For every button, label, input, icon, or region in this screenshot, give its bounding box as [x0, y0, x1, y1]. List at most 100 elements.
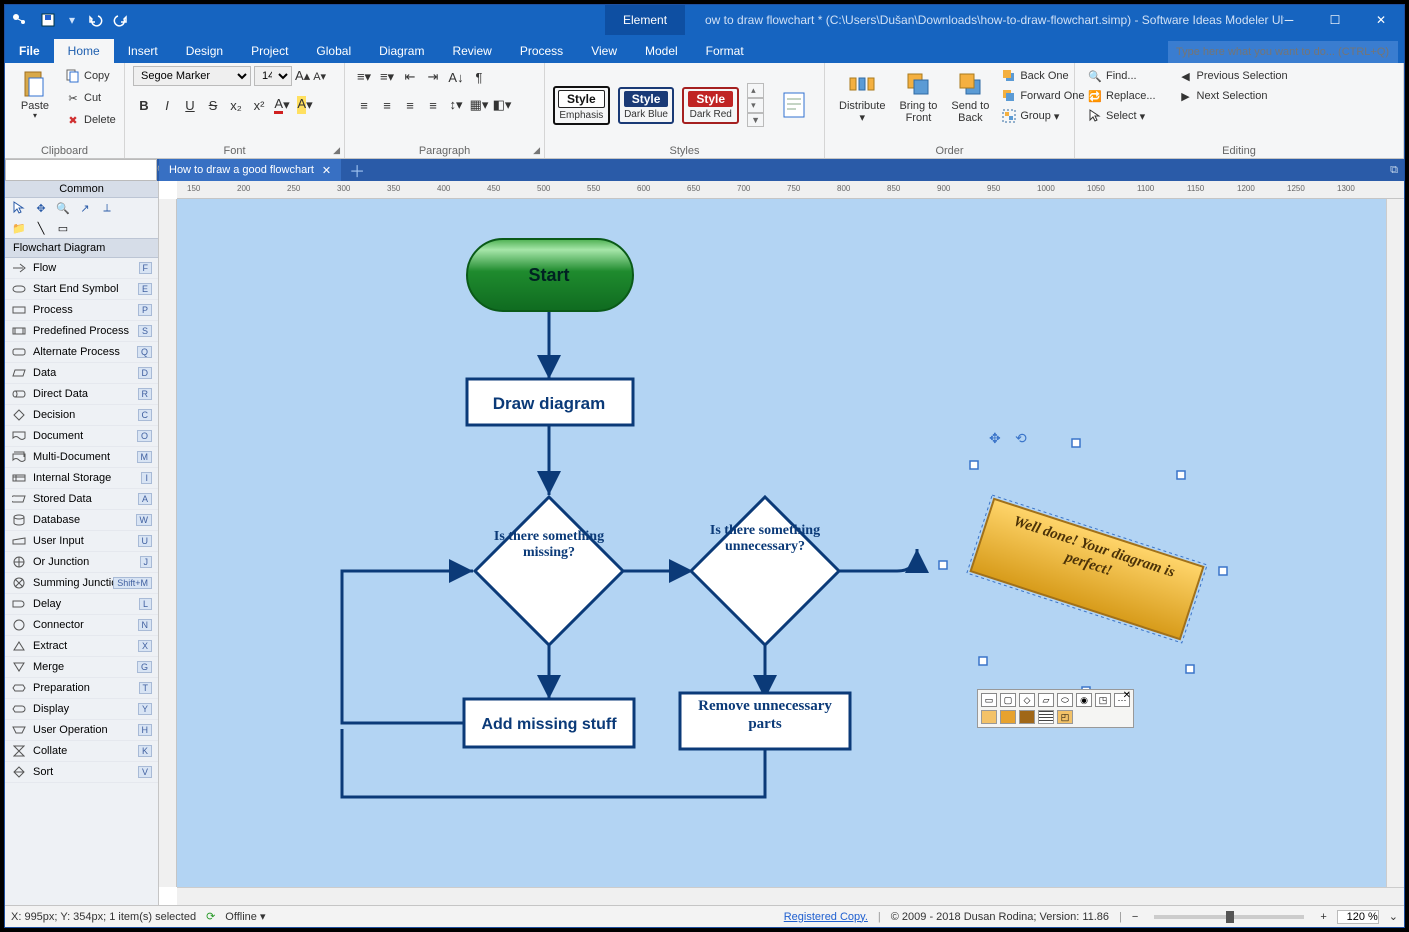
- toolbox-item[interactable]: FlowF: [5, 258, 158, 279]
- zoom-out-button[interactable]: −: [1132, 911, 1138, 923]
- style-gallery-more-icon[interactable]: ▼: [747, 113, 764, 127]
- qs-rect-icon[interactable]: ▭: [981, 693, 997, 707]
- align-right-button[interactable]: ≡: [399, 94, 421, 116]
- tab-process[interactable]: Process: [506, 39, 577, 63]
- toolbox-item[interactable]: MergeG: [5, 657, 158, 678]
- zoom-value-input[interactable]: [1337, 910, 1379, 924]
- status-sync-icon[interactable]: ⟳: [206, 910, 215, 923]
- justify-button[interactable]: ≡: [422, 94, 444, 116]
- shading-button[interactable]: ◧▾: [491, 94, 513, 116]
- tab-diagram[interactable]: Diagram: [365, 39, 438, 63]
- strike-button[interactable]: S: [202, 94, 224, 116]
- diagram-canvas[interactable]: Start Draw diagram Is there something mi…: [177, 199, 1386, 887]
- new-tab-button[interactable]: ＋: [341, 159, 373, 182]
- bold-button[interactable]: B: [133, 94, 155, 116]
- tab-home[interactable]: Home: [54, 39, 114, 63]
- font-family-select[interactable]: Segoe Marker: [133, 66, 251, 86]
- redo-icon[interactable]: [111, 11, 129, 29]
- tab-view[interactable]: View: [577, 39, 631, 63]
- status-offline[interactable]: Offline ▾: [225, 910, 265, 923]
- highlight-button[interactable]: A▾: [294, 94, 316, 116]
- line-tool-icon[interactable]: ╲: [33, 220, 49, 236]
- tab-file[interactable]: File: [5, 39, 54, 63]
- style-gallery-down-icon[interactable]: ▾: [747, 98, 764, 113]
- close-tab-icon[interactable]: ✕: [322, 164, 331, 177]
- qc-2[interactable]: [1000, 710, 1016, 724]
- pan-tool-icon[interactable]: ↗: [77, 200, 93, 216]
- toolbox-item[interactable]: DelayL: [5, 594, 158, 615]
- font-color-button[interactable]: A▾: [271, 94, 293, 116]
- delete-button[interactable]: ✖Delete: [61, 110, 120, 130]
- toolbox-item[interactable]: Summing JunctionShift+M: [5, 573, 158, 594]
- toolbox-search-input[interactable]: [5, 159, 157, 181]
- zoom-slider[interactable]: [1154, 915, 1304, 919]
- style-emphasis[interactable]: Style Emphasis: [553, 86, 610, 125]
- toolbox-item[interactable]: DatabaseW: [5, 510, 158, 531]
- paste-button[interactable]: Paste▾: [13, 66, 57, 123]
- style-dark-blue[interactable]: Style Dark Blue: [618, 87, 675, 124]
- toolbox-item[interactable]: User OperationH: [5, 720, 158, 741]
- qc-1[interactable]: [981, 710, 997, 724]
- distribute-button[interactable]: Distribute▾: [833, 66, 891, 126]
- line-spacing-button[interactable]: ↕▾: [445, 94, 467, 116]
- qs-rrect-icon[interactable]: ▢: [1000, 693, 1016, 707]
- qs-doc-icon[interactable]: ◳: [1095, 693, 1111, 707]
- qc-3[interactable]: [1019, 710, 1035, 724]
- tab-format[interactable]: Format: [692, 39, 758, 63]
- close-button[interactable]: ✕: [1358, 5, 1404, 35]
- find-button[interactable]: 🔍Find...: [1083, 66, 1160, 86]
- align-center-button[interactable]: ≡: [376, 94, 398, 116]
- style-dark-red[interactable]: Style Dark Red: [682, 87, 739, 124]
- borders-button[interactable]: ▦▾: [468, 94, 490, 116]
- tab-model[interactable]: Model: [631, 39, 692, 63]
- cut-button[interactable]: ✂Cut: [61, 88, 120, 108]
- zoom-in-button[interactable]: +: [1320, 911, 1326, 923]
- toolbox-item[interactable]: ConnectorN: [5, 615, 158, 636]
- tab-review[interactable]: Review: [438, 39, 505, 63]
- replace-button[interactable]: 🔁Replace...: [1083, 86, 1160, 106]
- toolbox-item[interactable]: User InputU: [5, 531, 158, 552]
- maximize-button[interactable]: ☐: [1312, 5, 1358, 35]
- toolbox-item[interactable]: DocumentO: [5, 426, 158, 447]
- quick-toolbar-close-icon[interactable]: ✕: [1123, 690, 1131, 701]
- toolbox-item[interactable]: ExtractX: [5, 636, 158, 657]
- outdent-button[interactable]: ⇤: [399, 66, 421, 88]
- zoom-dropdown-icon[interactable]: ⌄: [1389, 910, 1398, 923]
- tell-me-search[interactable]: [1168, 41, 1398, 63]
- tab-global[interactable]: Global: [302, 39, 365, 63]
- paragraph-launcher-icon[interactable]: ◢: [533, 145, 540, 156]
- tab-design[interactable]: Design: [172, 39, 237, 63]
- toolbox-item[interactable]: Stored DataA: [5, 489, 158, 510]
- container-tool-icon[interactable]: ▭: [55, 220, 71, 236]
- qs-pill-icon[interactable]: ⬭: [1057, 693, 1073, 707]
- indent-button[interactable]: ⇥: [422, 66, 444, 88]
- tab-project[interactable]: Project: [237, 39, 302, 63]
- bring-to-front-button[interactable]: Bring to Front: [893, 66, 943, 126]
- font-launcher-icon[interactable]: ◢: [333, 145, 340, 156]
- send-to-back-button[interactable]: Send to Back: [945, 66, 995, 126]
- toolbox-item[interactable]: Direct DataR: [5, 384, 158, 405]
- qs-diamond-icon[interactable]: ◇: [1019, 693, 1035, 707]
- tab-bar-menu-icon[interactable]: ⧉: [1384, 164, 1404, 177]
- next-selection-button[interactable]: ▶Next Selection: [1174, 86, 1292, 106]
- registered-link[interactable]: Registered Copy.: [784, 911, 868, 923]
- qs-cyl-icon[interactable]: ◉: [1076, 693, 1092, 707]
- toolbox-item[interactable]: ProcessP: [5, 300, 158, 321]
- context-tab-element[interactable]: Element: [605, 5, 685, 35]
- toolbox-item[interactable]: SortV: [5, 762, 158, 783]
- quick-shape-toolbar[interactable]: ✕ ▭ ▢ ◇ ▱ ⬭ ◉ ◳ ⋯: [977, 689, 1134, 728]
- undo-icon[interactable]: [87, 11, 105, 29]
- underline-button[interactable]: U: [179, 94, 201, 116]
- font-size-select[interactable]: 14: [254, 66, 292, 86]
- copy-button[interactable]: Copy: [61, 66, 120, 86]
- zoom-tool-icon[interactable]: 🔍: [55, 200, 71, 216]
- text-tool-icon[interactable]: ⟂: [99, 200, 115, 216]
- save-icon[interactable]: [39, 11, 57, 29]
- subscript-button[interactable]: x₂: [225, 94, 247, 116]
- toolbox-item[interactable]: DecisionC: [5, 405, 158, 426]
- styles-pane-button[interactable]: [772, 87, 816, 123]
- shrink-font-button[interactable]: A▾: [313, 70, 326, 83]
- previous-selection-button[interactable]: ◀Previous Selection: [1174, 66, 1292, 86]
- toolbox-item[interactable]: DataD: [5, 363, 158, 384]
- folder-tool-icon[interactable]: 📁: [11, 220, 27, 236]
